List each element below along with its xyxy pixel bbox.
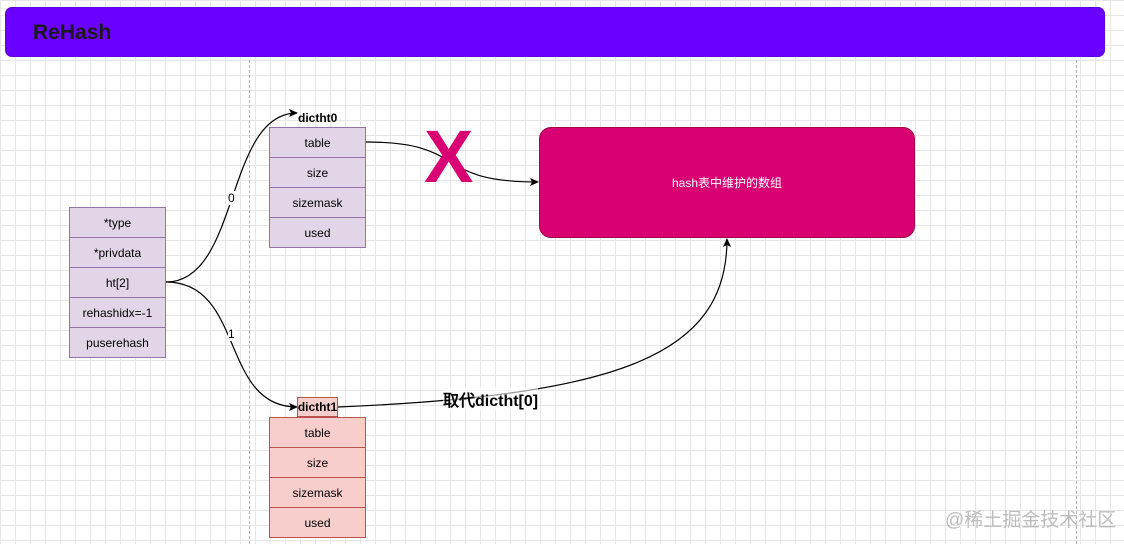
dict-field-rehashidx: rehashidx=-1 bbox=[69, 297, 166, 328]
edge-ht1-to-array bbox=[337, 238, 731, 408]
dict-field-privdata: *privdata bbox=[69, 237, 166, 268]
dictht0-field-table: table bbox=[269, 127, 366, 158]
dict-field-type: *type bbox=[69, 207, 166, 238]
dict-field-ht: ht[2] bbox=[69, 267, 166, 298]
edge-label-1: 1 bbox=[228, 327, 235, 341]
edge-label-0: 0 bbox=[228, 191, 235, 205]
dictht1-field-sizemask: sizemask bbox=[269, 477, 366, 508]
dictht0-field-sizemask: sizemask bbox=[269, 187, 366, 218]
dictht0-field-used: used bbox=[269, 217, 366, 248]
dictht1-label: dictht1 bbox=[297, 397, 338, 417]
dictht0-field-size: size bbox=[269, 157, 366, 188]
watermark: @稀土掘金技术社区 bbox=[945, 510, 1117, 531]
dictht1-field-used: used bbox=[269, 507, 366, 538]
edge-dict-to-dictht1 bbox=[165, 281, 298, 411]
hash-array-box: hash表中维护的数组 bbox=[539, 127, 915, 238]
hash-array-label: hash表中维护的数组 bbox=[671, 176, 783, 190]
dictht1-field-table: table bbox=[269, 417, 366, 448]
edges-layer bbox=[165, 109, 731, 411]
dictht1-field-size: size bbox=[269, 447, 366, 478]
dict-field-puserehash: puserehash bbox=[69, 327, 166, 358]
replace-label: 取代dictht[0] bbox=[443, 387, 539, 411]
cross-mark-icon: X bbox=[424, 115, 474, 198]
dictht0-label: dictht0 bbox=[298, 111, 338, 125]
